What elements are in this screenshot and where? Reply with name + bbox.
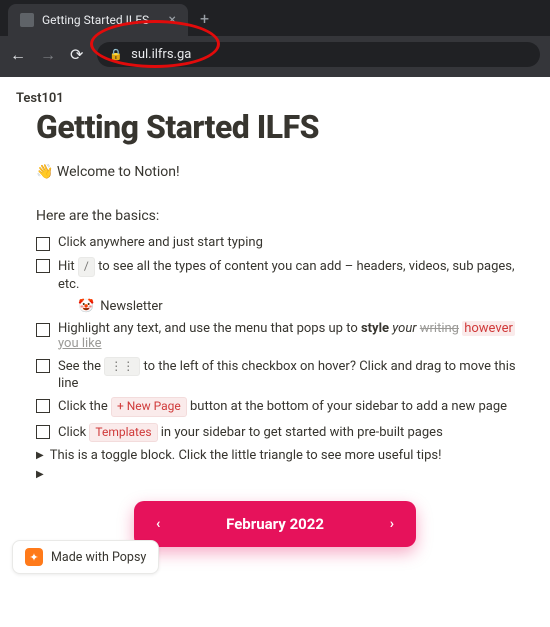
welcome-text: Welcome to Notion!: [53, 164, 179, 180]
todo-text: Click Templates in your sidebar to get s…: [58, 423, 443, 443]
lock-icon: 🔒: [109, 48, 123, 61]
todo-list: Click anywhere and just start typing Hit…: [36, 232, 534, 445]
month-label: February 2022: [226, 515, 324, 533]
tab-bar: Getting Started ILFS × +: [0, 0, 550, 36]
browser-tab[interactable]: Getting Started ILFS ×: [8, 4, 188, 36]
checkbox[interactable]: [36, 425, 50, 439]
new-tab-button[interactable]: +: [188, 1, 221, 36]
next-month-button[interactable]: ›: [390, 516, 394, 532]
url-text: sul.ilfrs.ga: [131, 47, 191, 62]
tab-favicon: [20, 13, 34, 27]
breadcrumb[interactable]: Test101: [16, 91, 534, 106]
todo-item[interactable]: Click the + New Page button at the botto…: [36, 394, 534, 420]
toggle-block[interactable]: ▶ This is a toggle block. Click the litt…: [36, 445, 534, 466]
month-picker[interactable]: ‹ February 2022 ›: [134, 501, 416, 547]
todo-item[interactable]: See the ⋮⋮ to the left of this checkbox …: [36, 354, 534, 395]
slash-key-pill: /: [78, 257, 95, 277]
tab-title: Getting Started ILFS: [42, 13, 149, 27]
todo-text: Hit / to see all the types of content yo…: [58, 257, 534, 292]
back-button[interactable]: ←: [10, 45, 26, 65]
toggle-triangle-icon[interactable]: ▶: [36, 450, 44, 461]
todo-text: Click anywhere and just start typing: [58, 235, 263, 250]
newsletter-label: Newsletter: [100, 299, 163, 314]
reload-button[interactable]: ⟳: [70, 45, 83, 64]
clown-icon: 🤡: [78, 299, 94, 314]
todo-item[interactable]: Click Templates in your sidebar to get s…: [36, 420, 534, 446]
popsy-badge[interactable]: ✦ Made with Popsy: [12, 540, 159, 574]
todo-item[interactable]: Click anywhere and just start typing: [36, 232, 534, 254]
page-title[interactable]: Getting Started ILFS: [36, 108, 534, 146]
popsy-icon: ✦: [25, 548, 43, 566]
popsy-label: Made with Popsy: [51, 550, 146, 565]
basics-heading[interactable]: Here are the basics:: [36, 208, 534, 224]
todo-text: Click the + New Page button at the botto…: [58, 397, 507, 417]
todo-item[interactable]: Hit / to see all the types of content yo…: [36, 254, 534, 295]
new-page-pill: + New Page: [111, 397, 187, 417]
toggle-block-empty[interactable]: ▶: [36, 466, 534, 483]
checkbox[interactable]: [36, 323, 50, 337]
wave-icon: 👋: [36, 164, 53, 180]
drag-handle-icon: ⋮⋮: [104, 357, 140, 377]
checkbox[interactable]: [36, 259, 50, 273]
newsletter-subpage[interactable]: 🤡 Newsletter: [78, 299, 534, 314]
todo-item[interactable]: Highlight any text, and use the menu tha…: [36, 318, 534, 354]
address-bar-row: ← → ⟳ 🔒 sul.ilfrs.ga: [0, 36, 550, 77]
welcome-line[interactable]: 👋 Welcome to Notion!: [36, 164, 534, 180]
browser-chrome: Getting Started ILFS × + ← → ⟳ 🔒 sul.ilf…: [0, 0, 550, 77]
todo-text: See the ⋮⋮ to the left of this checkbox …: [58, 357, 534, 392]
checkbox[interactable]: [36, 237, 50, 251]
prev-month-button[interactable]: ‹: [156, 516, 160, 532]
address-bar[interactable]: 🔒 sul.ilfrs.ga: [97, 42, 540, 67]
templates-pill: Templates: [89, 423, 157, 443]
toggle-triangle-icon[interactable]: ▶: [36, 469, 44, 480]
close-icon[interactable]: ×: [169, 12, 176, 28]
todo-text: Highlight any text, and use the menu tha…: [58, 321, 534, 351]
checkbox[interactable]: [36, 399, 50, 413]
checkbox[interactable]: [36, 359, 50, 373]
forward-button[interactable]: →: [40, 45, 56, 65]
toggle-text: This is a toggle block. Click the little…: [50, 448, 442, 463]
